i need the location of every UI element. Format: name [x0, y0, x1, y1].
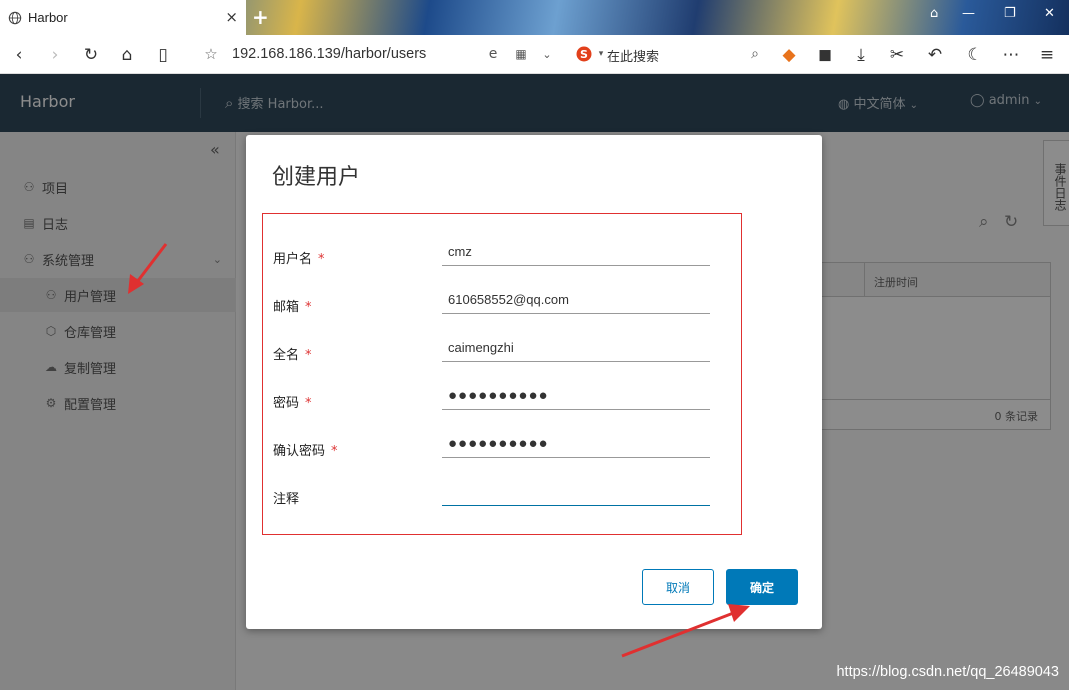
more-icon[interactable]: ⋯ — [1000, 44, 1022, 66]
browser-toolbar: ‹ › ↻ ⌂ ▯ ☆ 192.168.186.139/harbor/users… — [0, 35, 1069, 74]
ie-mode-icon[interactable]: e — [482, 43, 504, 65]
undo-icon[interactable]: ↶ — [924, 44, 946, 66]
menu-icon[interactable]: ≡ — [1036, 44, 1058, 66]
comment-label: 注释 — [273, 492, 300, 507]
annotation-arrow-sidebar — [128, 243, 168, 294]
screenshot-icon[interactable]: ✂ — [886, 44, 908, 66]
tab-title: Harbor — [28, 10, 68, 25]
email-field[interactable] — [442, 286, 710, 314]
extension-icon[interactable]: ◼ — [814, 44, 836, 66]
new-tab-button[interactable]: + — [252, 5, 269, 29]
fullname-field[interactable] — [442, 334, 710, 362]
forward-icon[interactable]: › — [44, 44, 66, 66]
fullname-row: 全名 * — [263, 330, 741, 370]
username-label: 用户名 * — [273, 252, 325, 267]
fullname-label: 全名 * — [273, 348, 312, 363]
minimize-icon[interactable]: — — [962, 6, 975, 21]
search-icon[interactable]: ⌕ — [744, 43, 766, 65]
reader-icon[interactable]: ▯ — [152, 44, 174, 66]
back-icon[interactable]: ‹ — [8, 44, 30, 66]
game-icon[interactable]: ◆ — [778, 44, 800, 66]
url-text[interactable]: 192.168.186.139/harbor/users — [232, 46, 426, 62]
annotation-arrow-confirm — [621, 604, 750, 658]
comment-field[interactable] — [442, 478, 710, 506]
pin-icon[interactable]: ⌂ — [930, 6, 938, 21]
confirm-password-row: 确认密码 * — [263, 426, 741, 466]
email-row: 邮箱 * — [263, 282, 741, 322]
window-close-icon[interactable]: ✕ — [1044, 6, 1055, 21]
password-field[interactable] — [442, 382, 710, 410]
search-engine-input[interactable]: 在此搜索 — [607, 46, 659, 65]
qr-code-icon[interactable]: ▦ — [510, 43, 532, 65]
create-user-dialog: 创建用户 用户名* 邮箱* 全名* 密码* 确认密码* 注释 取消 确定 — [246, 135, 822, 629]
browser-tab[interactable]: Harbor × — [0, 0, 246, 35]
night-mode-icon[interactable]: ☾ — [964, 44, 986, 66]
create-user-form: 用户名* 邮箱* 全名* 密码* 确认密码* 注释 — [262, 213, 742, 535]
chevron-down-icon[interactable]: ⌄ — [536, 43, 558, 65]
confirm-password-label: 确认密码 * — [273, 444, 338, 459]
browser-tab-bar: Harbor × + ⌂ — ❐ ✕ — [0, 0, 1069, 35]
maximize-icon[interactable]: ❐ — [1004, 6, 1016, 21]
watermark: https://blog.csdn.net/qq_26489043 — [836, 664, 1059, 680]
search-engine-box[interactable]: S ▾ 在此搜索 ⌕ — [572, 39, 768, 69]
tab-close-icon[interactable]: × — [225, 8, 238, 26]
password-label: 密码 * — [273, 396, 312, 411]
comment-row: 注释 — [263, 474, 741, 514]
home-icon[interactable]: ⌂ — [116, 44, 138, 66]
username-field[interactable] — [442, 238, 710, 266]
email-label: 邮箱 * — [273, 300, 312, 315]
username-row: 用户名 * — [263, 234, 741, 274]
download-icon[interactable]: ⤓ — [850, 44, 872, 66]
dialog-title: 创建用户 — [272, 165, 361, 190]
star-icon[interactable]: ☆ — [200, 43, 222, 65]
reload-icon[interactable]: ↻ — [80, 44, 102, 66]
globe-icon — [8, 11, 22, 24]
address-bar[interactable]: ☆ 192.168.186.139/harbor/users e ▦ ⌄ — [196, 39, 562, 69]
confirm-password-field[interactable] — [442, 430, 710, 458]
password-row: 密码 * — [263, 378, 741, 418]
svg-text:S: S — [580, 48, 588, 61]
